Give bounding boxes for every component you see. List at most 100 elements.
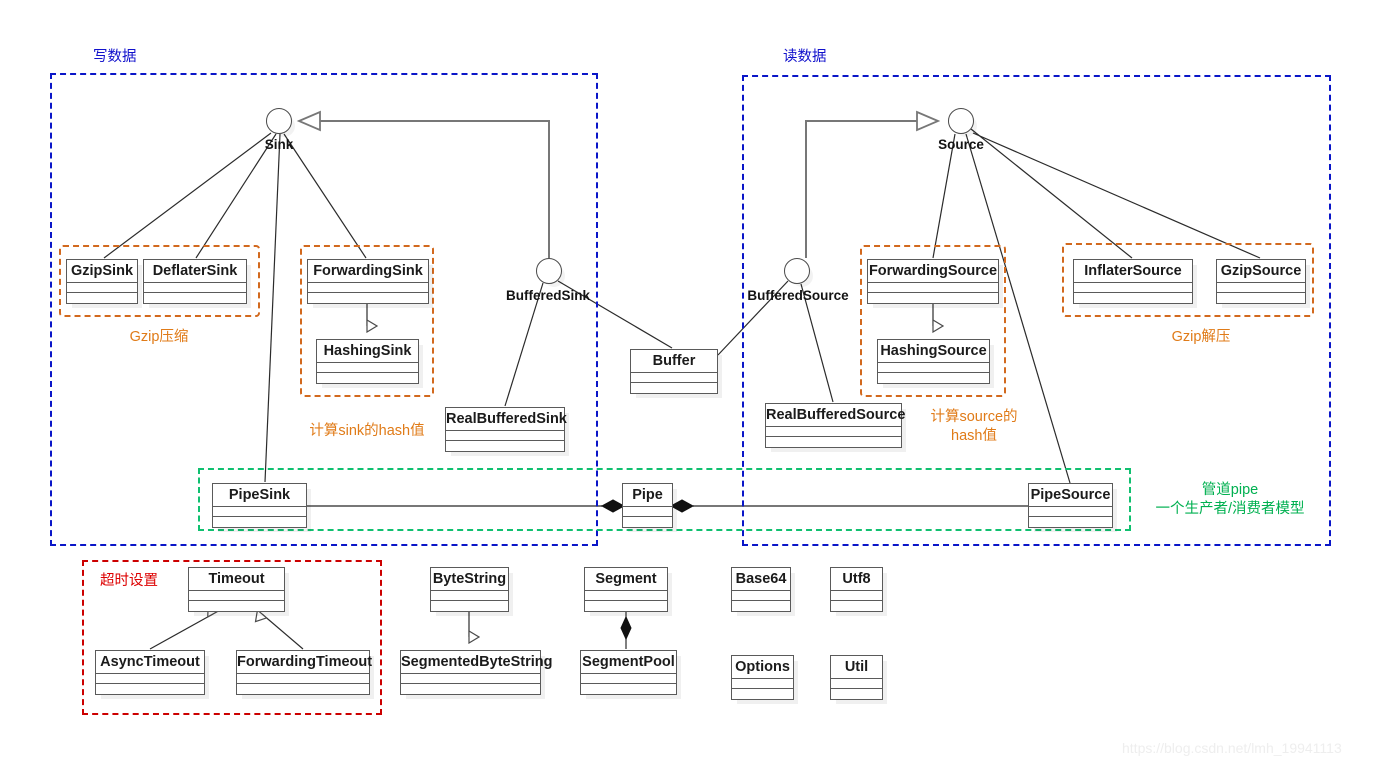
methods-compartment bbox=[631, 382, 717, 392]
class-inflater-source[interactable]: InflaterSource bbox=[1073, 259, 1193, 304]
attributes-compartment bbox=[878, 362, 989, 372]
interface-sink-label: Sink bbox=[264, 137, 294, 152]
class-gzip-sink[interactable]: GzipSink bbox=[66, 259, 138, 304]
class-pipe-sink[interactable]: PipeSink bbox=[212, 483, 307, 528]
attributes-compartment bbox=[213, 506, 306, 516]
methods-compartment bbox=[868, 292, 998, 302]
class-segmented-byte-string[interactable]: SegmentedByteString bbox=[400, 650, 553, 695]
class-gzip-source[interactable]: GzipSource bbox=[1216, 259, 1306, 304]
class-segment-pool[interactable]: SegmentPool bbox=[580, 650, 677, 695]
interface-buffered-sink-label: BufferedSink bbox=[505, 288, 590, 303]
class-name: Buffer bbox=[652, 353, 696, 369]
methods-compartment bbox=[446, 440, 564, 450]
class-name: GzipSink bbox=[70, 263, 134, 279]
attributes-compartment bbox=[67, 282, 137, 292]
class-name: RealBufferedSource bbox=[766, 407, 906, 423]
class-real-buffered-source[interactable]: RealBufferedSource bbox=[765, 403, 906, 448]
composition-diamond-segment bbox=[620, 615, 632, 641]
sink-hash-label: 计算sink的hash值 bbox=[309, 423, 425, 439]
methods-compartment bbox=[1217, 292, 1305, 302]
methods-compartment bbox=[213, 516, 306, 526]
watermark: https://blog.csdn.net/lmh_19941113 bbox=[1122, 740, 1342, 756]
attributes-compartment bbox=[868, 282, 998, 292]
interface-source-circle[interactable] bbox=[948, 108, 974, 134]
attributes-compartment bbox=[189, 590, 284, 600]
methods-compartment bbox=[96, 683, 204, 693]
read-data-label: 读数据 bbox=[783, 49, 827, 65]
source-hash-label-line1: 计算source的 bbox=[930, 409, 1018, 425]
class-async-timeout[interactable]: AsyncTimeout bbox=[95, 650, 205, 695]
attributes-compartment bbox=[631, 372, 717, 382]
methods-compartment bbox=[144, 292, 246, 302]
attributes-compartment bbox=[446, 430, 564, 440]
methods-compartment bbox=[581, 683, 676, 693]
class-name: AsyncTimeout bbox=[100, 654, 200, 670]
attributes-compartment bbox=[96, 673, 204, 683]
attributes-compartment bbox=[431, 590, 508, 600]
methods-compartment bbox=[317, 372, 418, 382]
interface-sink-circle[interactable] bbox=[266, 108, 292, 134]
class-pipe-source[interactable]: PipeSource bbox=[1028, 483, 1113, 528]
attributes-compartment bbox=[401, 673, 540, 683]
class-segment[interactable]: Segment bbox=[584, 567, 668, 612]
class-base64[interactable]: Base64 bbox=[731, 567, 791, 612]
class-utf8[interactable]: Utf8 bbox=[830, 567, 883, 612]
class-timeout[interactable]: Timeout bbox=[188, 567, 285, 612]
class-name: ByteString bbox=[432, 571, 507, 587]
attributes-compartment bbox=[831, 678, 882, 688]
methods-compartment bbox=[67, 292, 137, 302]
timeout-settings-label: 超时设置 bbox=[100, 573, 158, 589]
methods-compartment bbox=[766, 436, 901, 446]
class-name: Util bbox=[844, 659, 869, 675]
attributes-compartment bbox=[623, 506, 672, 516]
class-hashing-sink[interactable]: HashingSink bbox=[316, 339, 419, 384]
class-name: Base64 bbox=[735, 571, 787, 587]
class-util[interactable]: Util bbox=[830, 655, 883, 700]
pipe-label-line2: 一个生产者/消费者模型 bbox=[1155, 501, 1305, 517]
class-name: RealBufferedSink bbox=[446, 411, 567, 427]
class-name: SegmentPool bbox=[582, 654, 675, 670]
methods-compartment bbox=[308, 292, 428, 302]
methods-compartment bbox=[237, 683, 369, 693]
class-name: InflaterSource bbox=[1084, 263, 1182, 279]
methods-compartment bbox=[1074, 292, 1192, 302]
class-options[interactable]: Options bbox=[731, 655, 794, 700]
methods-compartment bbox=[831, 688, 882, 698]
attributes-compartment bbox=[1217, 282, 1305, 292]
class-name: PipeSource bbox=[1030, 487, 1111, 503]
class-forwarding-source[interactable]: ForwardingSource bbox=[867, 259, 999, 304]
attributes-compartment bbox=[317, 362, 418, 372]
class-name: Segment bbox=[595, 571, 657, 587]
class-forwarding-sink[interactable]: ForwardingSink bbox=[307, 259, 429, 304]
class-byte-string[interactable]: ByteString bbox=[430, 567, 509, 612]
gzip-decompress-label: Gzip解压 bbox=[1171, 329, 1231, 345]
class-name: SegmentedByteString bbox=[401, 654, 553, 670]
attributes-compartment bbox=[237, 673, 369, 683]
methods-compartment bbox=[831, 600, 882, 610]
attributes-compartment bbox=[1074, 282, 1192, 292]
attributes-compartment bbox=[308, 282, 428, 292]
methods-compartment bbox=[878, 372, 989, 382]
attributes-compartment bbox=[831, 590, 882, 600]
class-deflater-sink[interactable]: DeflaterSink bbox=[143, 259, 247, 304]
methods-compartment bbox=[189, 600, 284, 610]
class-name: Timeout bbox=[208, 571, 265, 587]
interface-buffered-sink-circle[interactable] bbox=[536, 258, 562, 284]
class-real-buffered-sink[interactable]: RealBufferedSink bbox=[445, 407, 567, 452]
class-forwarding-timeout[interactable]: ForwardingTimeout bbox=[236, 650, 372, 695]
class-pipe[interactable]: Pipe bbox=[622, 483, 673, 528]
class-name: HashingSink bbox=[323, 343, 412, 359]
pipe-label-line1: 管道pipe bbox=[1201, 482, 1259, 498]
attributes-compartment bbox=[1029, 506, 1112, 516]
class-buffer[interactable]: Buffer bbox=[630, 349, 718, 394]
interface-buffered-source-circle[interactable] bbox=[784, 258, 810, 284]
methods-compartment bbox=[401, 683, 540, 693]
methods-compartment bbox=[732, 688, 793, 698]
attributes-compartment bbox=[732, 678, 793, 688]
interface-buffered-source-label: BufferedSource bbox=[747, 288, 849, 303]
source-hash-label-line2: hash值 bbox=[951, 428, 997, 444]
class-name: Utf8 bbox=[842, 571, 871, 587]
attributes-compartment bbox=[585, 590, 667, 600]
class-name: HashingSource bbox=[880, 343, 987, 359]
class-hashing-source[interactable]: HashingSource bbox=[877, 339, 990, 384]
